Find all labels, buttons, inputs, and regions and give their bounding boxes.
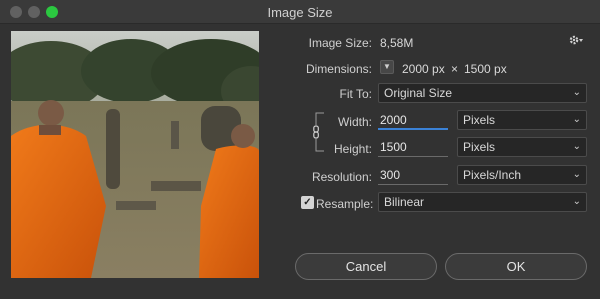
dimensions-width-value: 2000 px bbox=[402, 62, 445, 76]
width-unit-select[interactable]: Pixels ⌄ bbox=[457, 110, 587, 130]
ok-button[interactable]: OK bbox=[445, 253, 587, 280]
window-title: Image Size bbox=[267, 5, 333, 20]
width-label: Width: bbox=[337, 115, 372, 129]
resample-method-select[interactable]: Bilinear ⌄ bbox=[378, 192, 587, 212]
checkmark-icon: ✓ bbox=[303, 197, 312, 208]
image-size-value: 8,58M bbox=[380, 36, 414, 50]
height-unit-value: Pixels bbox=[463, 140, 496, 154]
dimensions-units-toggle[interactable]: ▼ bbox=[380, 60, 394, 74]
resolution-unit-select[interactable]: Pixels/Inch ⌄ bbox=[457, 165, 587, 185]
image-size-label: Image Size: bbox=[308, 36, 372, 50]
height-label: Height: bbox=[333, 142, 372, 156]
height-field[interactable]: 1500 bbox=[378, 137, 448, 157]
width-field[interactable]: 2000 bbox=[378, 110, 448, 130]
resolution-unit-value: Pixels/Inch bbox=[463, 168, 522, 182]
chevron-down-icon: ⌄ bbox=[572, 196, 581, 207]
resolution-label: Resolution: bbox=[311, 170, 372, 184]
resample-method-value: Bilinear bbox=[384, 195, 425, 209]
title-bar[interactable]: Image Size bbox=[0, 0, 600, 24]
dimensions-label: Dimensions: bbox=[305, 62, 372, 76]
image-preview[interactable] bbox=[11, 31, 259, 278]
fit-to-select[interactable]: Original Size ⌄ bbox=[378, 83, 587, 103]
height-unit-select[interactable]: Pixels ⌄ bbox=[457, 137, 587, 157]
chevron-down-icon: ⌄ bbox=[572, 169, 581, 180]
resample-label: Resample: bbox=[316, 197, 374, 211]
cancel-button[interactable]: Cancel bbox=[295, 253, 437, 280]
preview-photo bbox=[11, 31, 259, 278]
chevron-down-icon: ⌄ bbox=[572, 114, 581, 125]
width-unit-value: Pixels bbox=[463, 113, 496, 127]
fit-to-label: Fit To: bbox=[339, 87, 372, 101]
chevron-down-icon: ⌄ bbox=[572, 141, 581, 152]
chevron-down-icon: ▼ bbox=[383, 62, 391, 71]
dimensions-times: × bbox=[451, 62, 459, 76]
gear-icon[interactable] bbox=[568, 33, 584, 47]
fit-to-value: Original Size bbox=[384, 86, 453, 100]
dimensions-height-value: 1500 px bbox=[464, 62, 507, 76]
resample-checkbox[interactable]: ✓ bbox=[301, 196, 314, 209]
chevron-down-icon: ⌄ bbox=[572, 87, 581, 98]
image-size-dialog: Image Size Image Size: 8,58M Dimensions:… bbox=[0, 0, 600, 299]
resolution-field[interactable]: 300 bbox=[378, 165, 448, 185]
